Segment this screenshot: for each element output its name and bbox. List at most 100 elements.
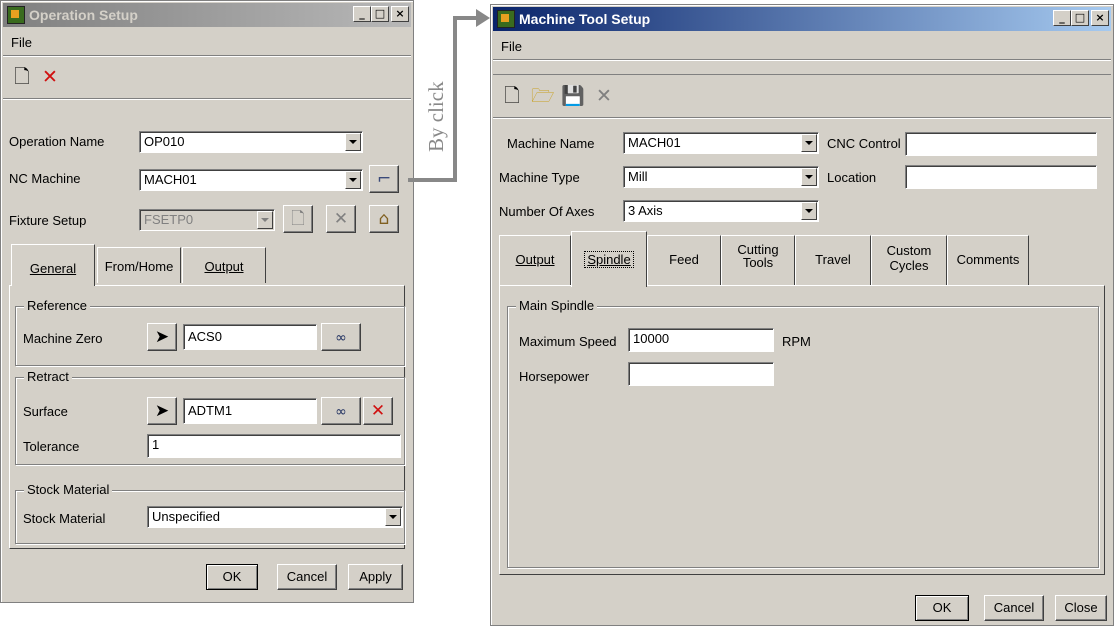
tab-from-home-label: From/Home (104, 259, 174, 274)
machine-name-label: Machine Name (507, 136, 595, 151)
mt-ok-button[interactable]: OK (915, 595, 969, 621)
app-icon (7, 6, 25, 24)
retract-group-title: Retract (24, 369, 72, 384)
glasses-icon: ∞ (335, 404, 347, 420)
fixture-setup-button[interactable]: ⌂ (369, 205, 399, 233)
machine-tool-icon: ⌐ (376, 169, 392, 189)
maximize-button[interactable]: □ (1071, 10, 1089, 26)
horsepower-label: Horsepower (519, 369, 590, 384)
op-window-title: Operation Setup (29, 7, 138, 23)
tab-cutting-tools[interactable]: Cutting Tools (721, 235, 795, 285)
machine-name-combo[interactable]: MACH01 (623, 132, 819, 154)
tab-comments[interactable]: Comments (947, 235, 1029, 285)
operation-setup-window: Operation Setup _ □ × File 🗋 ✕ Operation… (0, 0, 414, 603)
fixture-new-button: 🗋 (283, 205, 313, 233)
glasses-icon: ∞ (335, 330, 347, 346)
chevron-down-icon[interactable] (345, 171, 361, 189)
nc-machine-combo[interactable]: MACH01 (139, 169, 363, 191)
tab-from-home[interactable]: From/Home (97, 247, 181, 283)
reference-group-title: Reference (24, 298, 90, 313)
tab-feed-label: Feed (669, 252, 699, 267)
machine-type-value: Mill (628, 169, 648, 184)
maximum-speed-field[interactable]: 10000 (628, 328, 774, 352)
delete-icon[interactable]: ✕ (39, 66, 61, 88)
surface-select-button[interactable]: ➤ (147, 397, 177, 425)
op-ok-button[interactable]: OK (206, 564, 258, 590)
mt-toolbar: 🗋 🗁 💾 ✕ (493, 74, 1111, 118)
chevron-down-icon[interactable] (801, 134, 817, 152)
close-window-button[interactable]: × (1091, 10, 1109, 26)
chevron-down-icon[interactable] (345, 133, 361, 151)
new-file-icon: 🗋 (291, 209, 305, 229)
fixture-icon: ⌂ (378, 209, 390, 229)
op-cancel-button[interactable]: Cancel (277, 564, 337, 590)
tab-comments-label: Comments (956, 252, 1020, 267)
pointer-arrow-icon: ➤ (154, 327, 170, 347)
open-folder-icon[interactable]: 🗁 (531, 85, 555, 107)
app-icon (497, 10, 515, 28)
tolerance-field[interactable]: 1 (147, 434, 401, 458)
surface-field[interactable]: ADTM1 (183, 398, 317, 424)
tab-spindle[interactable]: Spindle (571, 231, 647, 287)
chevron-down-icon[interactable] (801, 202, 817, 220)
menu-file[interactable]: File (11, 35, 32, 50)
tolerance-label: Tolerance (23, 439, 80, 454)
machine-type-combo[interactable]: Mill (623, 166, 819, 188)
fixture-delete-button: ✕ (326, 205, 356, 233)
machine-zero-label: Machine Zero (23, 331, 103, 346)
tab-output[interactable]: Output (182, 247, 266, 283)
tab-output-label: Output (515, 252, 555, 267)
tab-travel[interactable]: Travel (795, 235, 871, 285)
location-field[interactable] (905, 165, 1097, 189)
minimize-button[interactable]: _ (353, 6, 371, 22)
chevron-down-icon (257, 211, 273, 229)
number-of-axes-combo[interactable]: 3 Axis (623, 200, 819, 222)
chevron-down-icon[interactable] (385, 508, 401, 526)
op-apply-button[interactable]: Apply (348, 564, 403, 590)
delete-icon: ✕ (596, 85, 612, 107)
minimize-button[interactable]: _ (1053, 10, 1071, 26)
surface-preview-button[interactable]: ∞ (321, 397, 361, 425)
tab-general[interactable]: General (11, 244, 95, 286)
new-file-icon[interactable]: 🗋 (11, 66, 33, 88)
tab-custom-cycles[interactable]: Custom Cycles (871, 235, 947, 285)
machine-zero-field[interactable]: ACS0 (183, 324, 317, 350)
cnc-control-label: CNC Control (827, 136, 901, 151)
surface-label: Surface (23, 404, 68, 419)
machine-tool-setup-window: Machine Tool Setup _ □ × File 🗋 🗁 💾 ✕ Ma… (490, 4, 1114, 626)
delete-icon: ✕ (370, 401, 386, 421)
mt-window-title: Machine Tool Setup (519, 11, 651, 27)
fixture-setup-label: Fixture Setup (9, 213, 87, 228)
op-title-bar[interactable]: Operation Setup _ □ × (3, 3, 411, 27)
close-window-button[interactable]: × (391, 6, 409, 22)
stock-material-combo[interactable]: Unspecified (147, 506, 403, 528)
rpm-unit-label: RPM (782, 334, 811, 349)
new-file-icon[interactable]: 🗋 (501, 85, 523, 107)
tab-travel-label: Travel (815, 252, 851, 267)
operation-name-combo[interactable]: OP010 (139, 131, 363, 153)
mt-close-button[interactable]: Close (1055, 595, 1107, 621)
mt-title-bar[interactable]: Machine Tool Setup _ □ × (493, 7, 1111, 31)
machine-zero-select-button[interactable]: ➤ (147, 323, 177, 351)
machine-zero-preview-button[interactable]: ∞ (321, 323, 361, 351)
cnc-control-field[interactable] (905, 132, 1097, 156)
machine-setup-button[interactable]: ⌐ (369, 165, 399, 193)
nc-machine-value: MACH01 (144, 172, 197, 187)
tab-general-label: General (29, 261, 77, 276)
tab-feed[interactable]: Feed (647, 235, 721, 285)
chevron-down-icon[interactable] (801, 168, 817, 186)
horsepower-field[interactable] (628, 362, 774, 386)
surface-remove-button[interactable]: ✕ (363, 397, 393, 425)
delete-icon: ✕ (333, 209, 349, 229)
tab-cutting-tools-line2: Tools (742, 255, 774, 270)
maximum-speed-label: Maximum Speed (519, 334, 617, 349)
menu-file[interactable]: File (501, 39, 522, 54)
save-icon[interactable]: 💾 (561, 85, 585, 107)
mt-cancel-button[interactable]: Cancel (984, 595, 1044, 621)
maximize-button[interactable]: □ (371, 6, 389, 22)
op-toolbar: 🗋 ✕ (3, 56, 411, 99)
operation-name-label: Operation Name (9, 134, 105, 149)
tab-output[interactable]: Output (499, 235, 571, 285)
nc-machine-label: NC Machine (9, 171, 81, 186)
operation-name-value: OP010 (144, 134, 185, 149)
